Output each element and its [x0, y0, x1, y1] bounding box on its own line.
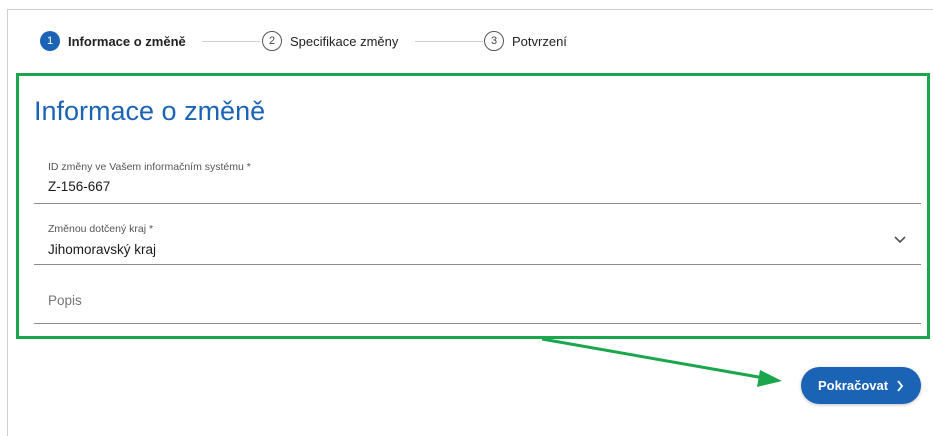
chevron-right-icon	[897, 379, 904, 392]
step-3[interactable]: 3 Potvrzení	[484, 29, 567, 53]
change-id-field[interactable]: ID změny ve Vašem informačním systému * …	[34, 148, 921, 204]
step-1-number: 1	[40, 31, 60, 51]
description-field[interactable]: Popis	[34, 272, 921, 324]
region-label: Změnou dotčený kraj *	[48, 223, 154, 235]
region-value: Jihomoravský kraj	[48, 242, 157, 257]
step-2-number: 2	[262, 31, 282, 51]
change-id-value: Z-156-667	[48, 179, 111, 194]
step-3-number: 3	[484, 31, 504, 51]
step-1[interactable]: 1 Informace o změně	[40, 29, 186, 53]
continue-button-label: Pokračovat	[817, 378, 889, 393]
step-3-label: Potvrzení	[512, 33, 567, 49]
step-2[interactable]: 2 Specifikace změny	[262, 29, 398, 53]
chevron-down-icon[interactable]	[893, 235, 907, 245]
form-title: Informace o změně	[34, 96, 266, 126]
change-id-label: ID změny ve Vašem informačním systému *	[48, 161, 251, 173]
region-select[interactable]: Změnou dotčený kraj * Jihomoravský kraj	[34, 211, 921, 265]
step-1-label: Informace o změně	[68, 33, 186, 49]
step-connector	[415, 41, 483, 42]
continue-button[interactable]: Pokračovat	[801, 367, 921, 404]
description-placeholder: Popis	[48, 293, 82, 308]
step-2-label: Specifikace změny	[290, 33, 399, 49]
step-connector	[202, 41, 260, 42]
